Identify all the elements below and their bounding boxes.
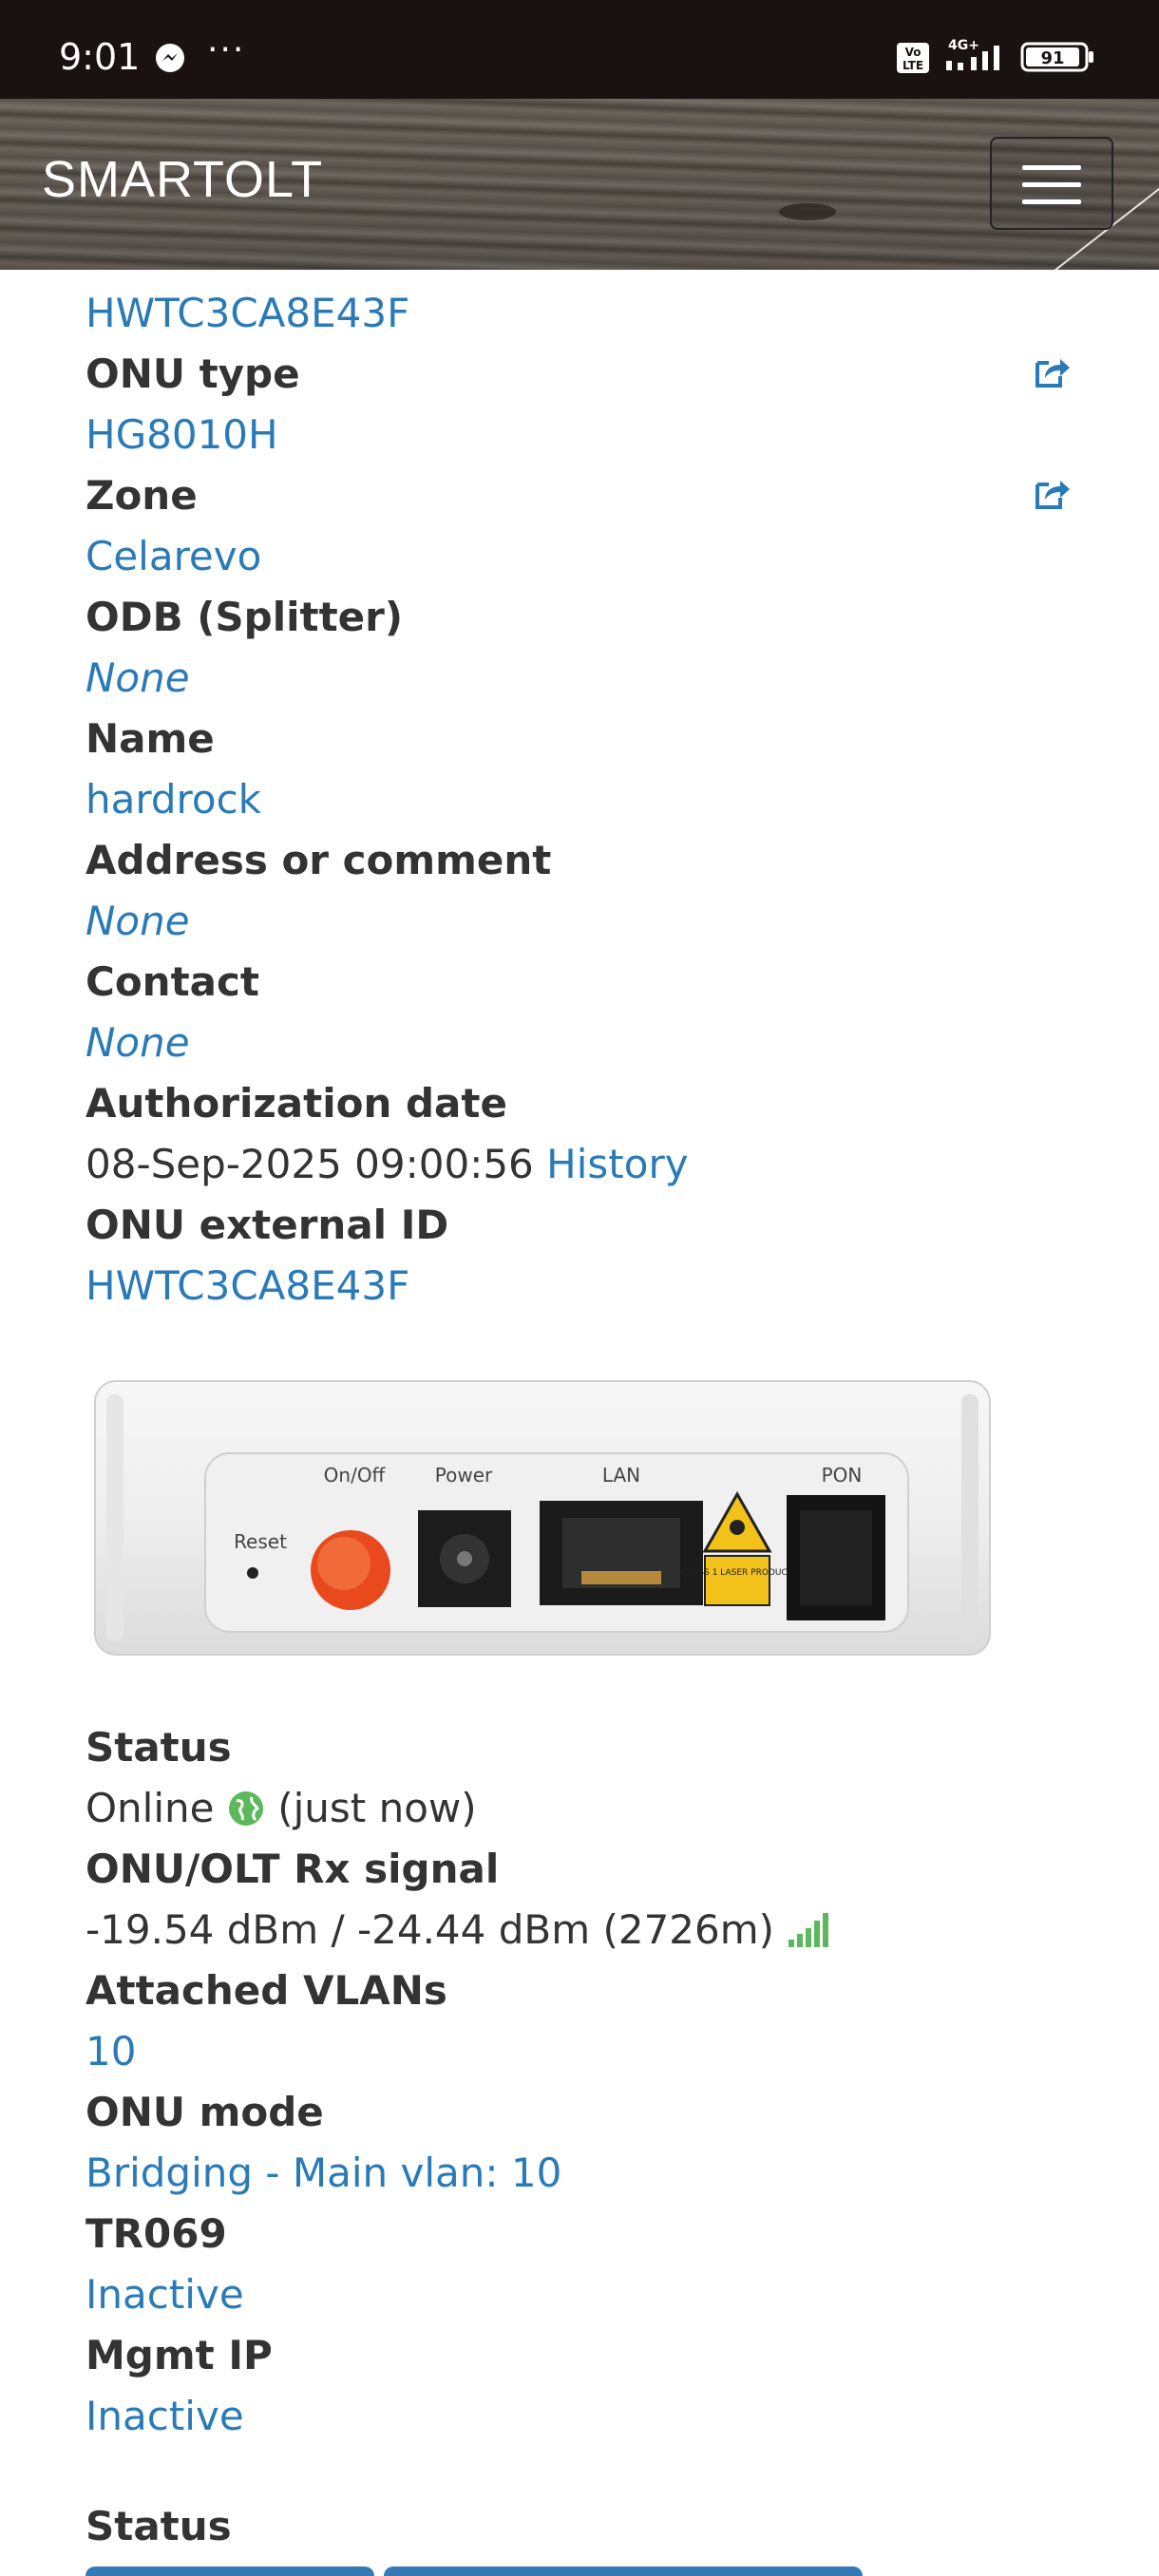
vlans-label: Attached VLANs [86,1967,447,2014]
laser-warning-label: CLASS 1 LASER PRODUCT [682,1568,793,1578]
auth-date-value: 08-Sep-2025 09:00:56 [86,1141,534,1187]
volte-icon: Vo LTE [897,43,929,73]
zone-label: Zone [86,472,198,519]
globe-icon [228,1791,263,1826]
mgmt-ip-label: Mgmt IP [86,2332,273,2378]
serial-number-link[interactable]: HWTC3CA8E43F [86,283,409,344]
signal-value: -19.54 dBm / -24.44 dBm (2726m) [86,1906,775,1953]
name-label: Name [86,715,215,762]
clock: 9:01 [59,36,141,78]
wood-texture-decoration [779,203,836,220]
onoff-label: On/Off [324,1464,387,1487]
odb-value[interactable]: None [86,648,190,709]
onu-mode-value[interactable]: Bridging - Main vlan: 10 [86,2143,561,2204]
onu-mode-label: ONU mode [86,2089,324,2135]
hamburger-menu-button[interactable] [990,137,1113,230]
status-action-button[interactable] [86,2567,374,2576]
address-value[interactable]: None [86,891,190,952]
zone-value[interactable]: Celarevo [86,526,261,587]
auth-date-row: 08-Sep-2025 09:00:56 History [86,1134,689,1195]
svg-text:LTE: LTE [902,59,923,72]
signal-label: ONU/OLT Rx signal [86,1846,500,1892]
pon-label: PON [822,1464,863,1487]
status-when: (just now) [277,1785,477,1831]
signal-row: -19.54 dBm / -24.44 dBm (2726m) [86,1900,830,1960]
signal-strength-icon [788,1913,829,1947]
battery-icon: 91 [1020,42,1093,72]
brand-logo[interactable]: SMARTOLT [42,150,323,209]
android-status-bar: 9:01 ··· Vo LTE 4G+ 91 [0,0,1159,99]
reset-label: Reset [234,1530,287,1553]
mgmt-ip-value[interactable]: Inactive [86,2386,244,2447]
tr069-value[interactable]: Inactive [86,2264,244,2325]
odb-label: ODB (Splitter) [86,594,404,640]
cell-signal-icon: 4G+ [946,38,999,70]
top-navbar: SMARTOLT [0,99,1159,270]
lan-label: LAN [602,1464,640,1487]
contact-value[interactable]: None [86,1013,190,1073]
svg-text:Vo: Vo [905,46,922,59]
power-label: Power [435,1464,493,1487]
onu-type-label: ONU type [86,350,300,397]
status-action-button[interactable] [384,2567,863,2576]
edit-share-icon[interactable] [1032,351,1072,391]
external-id-label: ONU external ID [86,1202,449,1248]
name-value[interactable]: hardrock [86,769,261,830]
contact-label: Contact [86,958,259,1005]
external-id-value[interactable]: HWTC3CA8E43F [86,1256,409,1316]
onu-device-image: Reset On/Off Power LAN CLASS 1 LASER PRO… [94,1380,991,1656]
edit-share-icon[interactable] [1032,473,1072,513]
status-row: Online (just now) [86,1778,477,1839]
auth-date-label: Authorization date [86,1080,507,1127]
onu-type-value[interactable]: HG8010H [86,405,278,465]
status-label: Status [86,1724,232,1771]
svg-text:4G+: 4G+ [948,38,979,53]
vlans-value[interactable]: 10 [86,2021,136,2082]
svg-text:91: 91 [1040,48,1064,68]
more-notifications-icon: ··· [207,30,246,69]
address-label: Address or comment [86,837,552,883]
messenger-icon [156,44,184,72]
status-section-heading: Status [86,2503,232,2549]
history-link[interactable]: History [546,1141,688,1187]
status-value: Online [86,1785,215,1831]
tr069-label: TR069 [86,2210,227,2257]
